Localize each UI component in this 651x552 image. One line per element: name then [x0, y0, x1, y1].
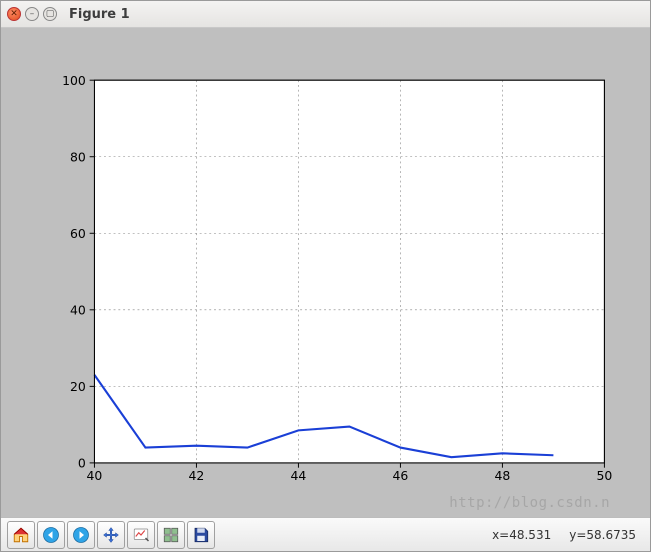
svg-text:60: 60	[70, 226, 86, 241]
cursor-y: y=58.6735	[569, 528, 636, 542]
window-minimize-button[interactable]: –	[25, 7, 39, 21]
toolbar-back-button[interactable]	[37, 521, 65, 549]
arrow-left-icon	[42, 526, 60, 544]
toolbar-home-button[interactable]	[7, 521, 35, 549]
svg-text:40: 40	[87, 468, 103, 483]
toolbar-forward-button[interactable]	[67, 521, 95, 549]
svg-text:40: 40	[70, 303, 86, 318]
svg-text:42: 42	[189, 468, 205, 483]
svg-text:0: 0	[78, 456, 86, 471]
svg-text:20: 20	[70, 379, 86, 394]
svg-text:48: 48	[495, 468, 511, 483]
toolbar-zoom-button[interactable]	[127, 521, 155, 549]
matplotlib-toolbar: x=48.531 y=58.6735	[1, 517, 650, 551]
titlebar: ✕ – ▢ Figure 1	[1, 1, 650, 28]
figure-window: ✕ – ▢ Figure 1 404244464850020406080100 …	[0, 0, 651, 552]
plot-canvas[interactable]: 40 42 44 46 48 50 0 20 40 60 80 100	[13, 40, 638, 505]
svg-text:46: 46	[393, 468, 409, 483]
toolbar-pan-button[interactable]	[97, 521, 125, 549]
save-icon	[192, 526, 210, 544]
svg-text:100: 100	[62, 73, 86, 88]
pan-icon	[102, 526, 120, 544]
figure-area: 404244464850020406080100 http://blog.csd…	[1, 28, 650, 517]
cursor-x: x=48.531	[492, 528, 551, 542]
window-close-button[interactable]: ✕	[7, 7, 21, 21]
zoom-icon	[132, 526, 150, 544]
toolbar-save-button[interactable]	[187, 521, 215, 549]
plot-svg: 40 42 44 46 48 50 0 20 40 60 80 100	[13, 40, 638, 505]
svg-text:44: 44	[291, 468, 307, 483]
arrow-right-icon	[72, 526, 90, 544]
window-maximize-button[interactable]: ▢	[43, 7, 57, 21]
subplots-icon	[162, 526, 180, 544]
window-title: Figure 1	[69, 7, 130, 22]
cursor-coordinates: x=48.531 y=58.6735	[492, 528, 636, 542]
svg-text:80: 80	[70, 150, 86, 165]
home-icon	[12, 526, 30, 544]
svg-text:50: 50	[596, 468, 612, 483]
toolbar-subplots-button[interactable]	[157, 521, 185, 549]
